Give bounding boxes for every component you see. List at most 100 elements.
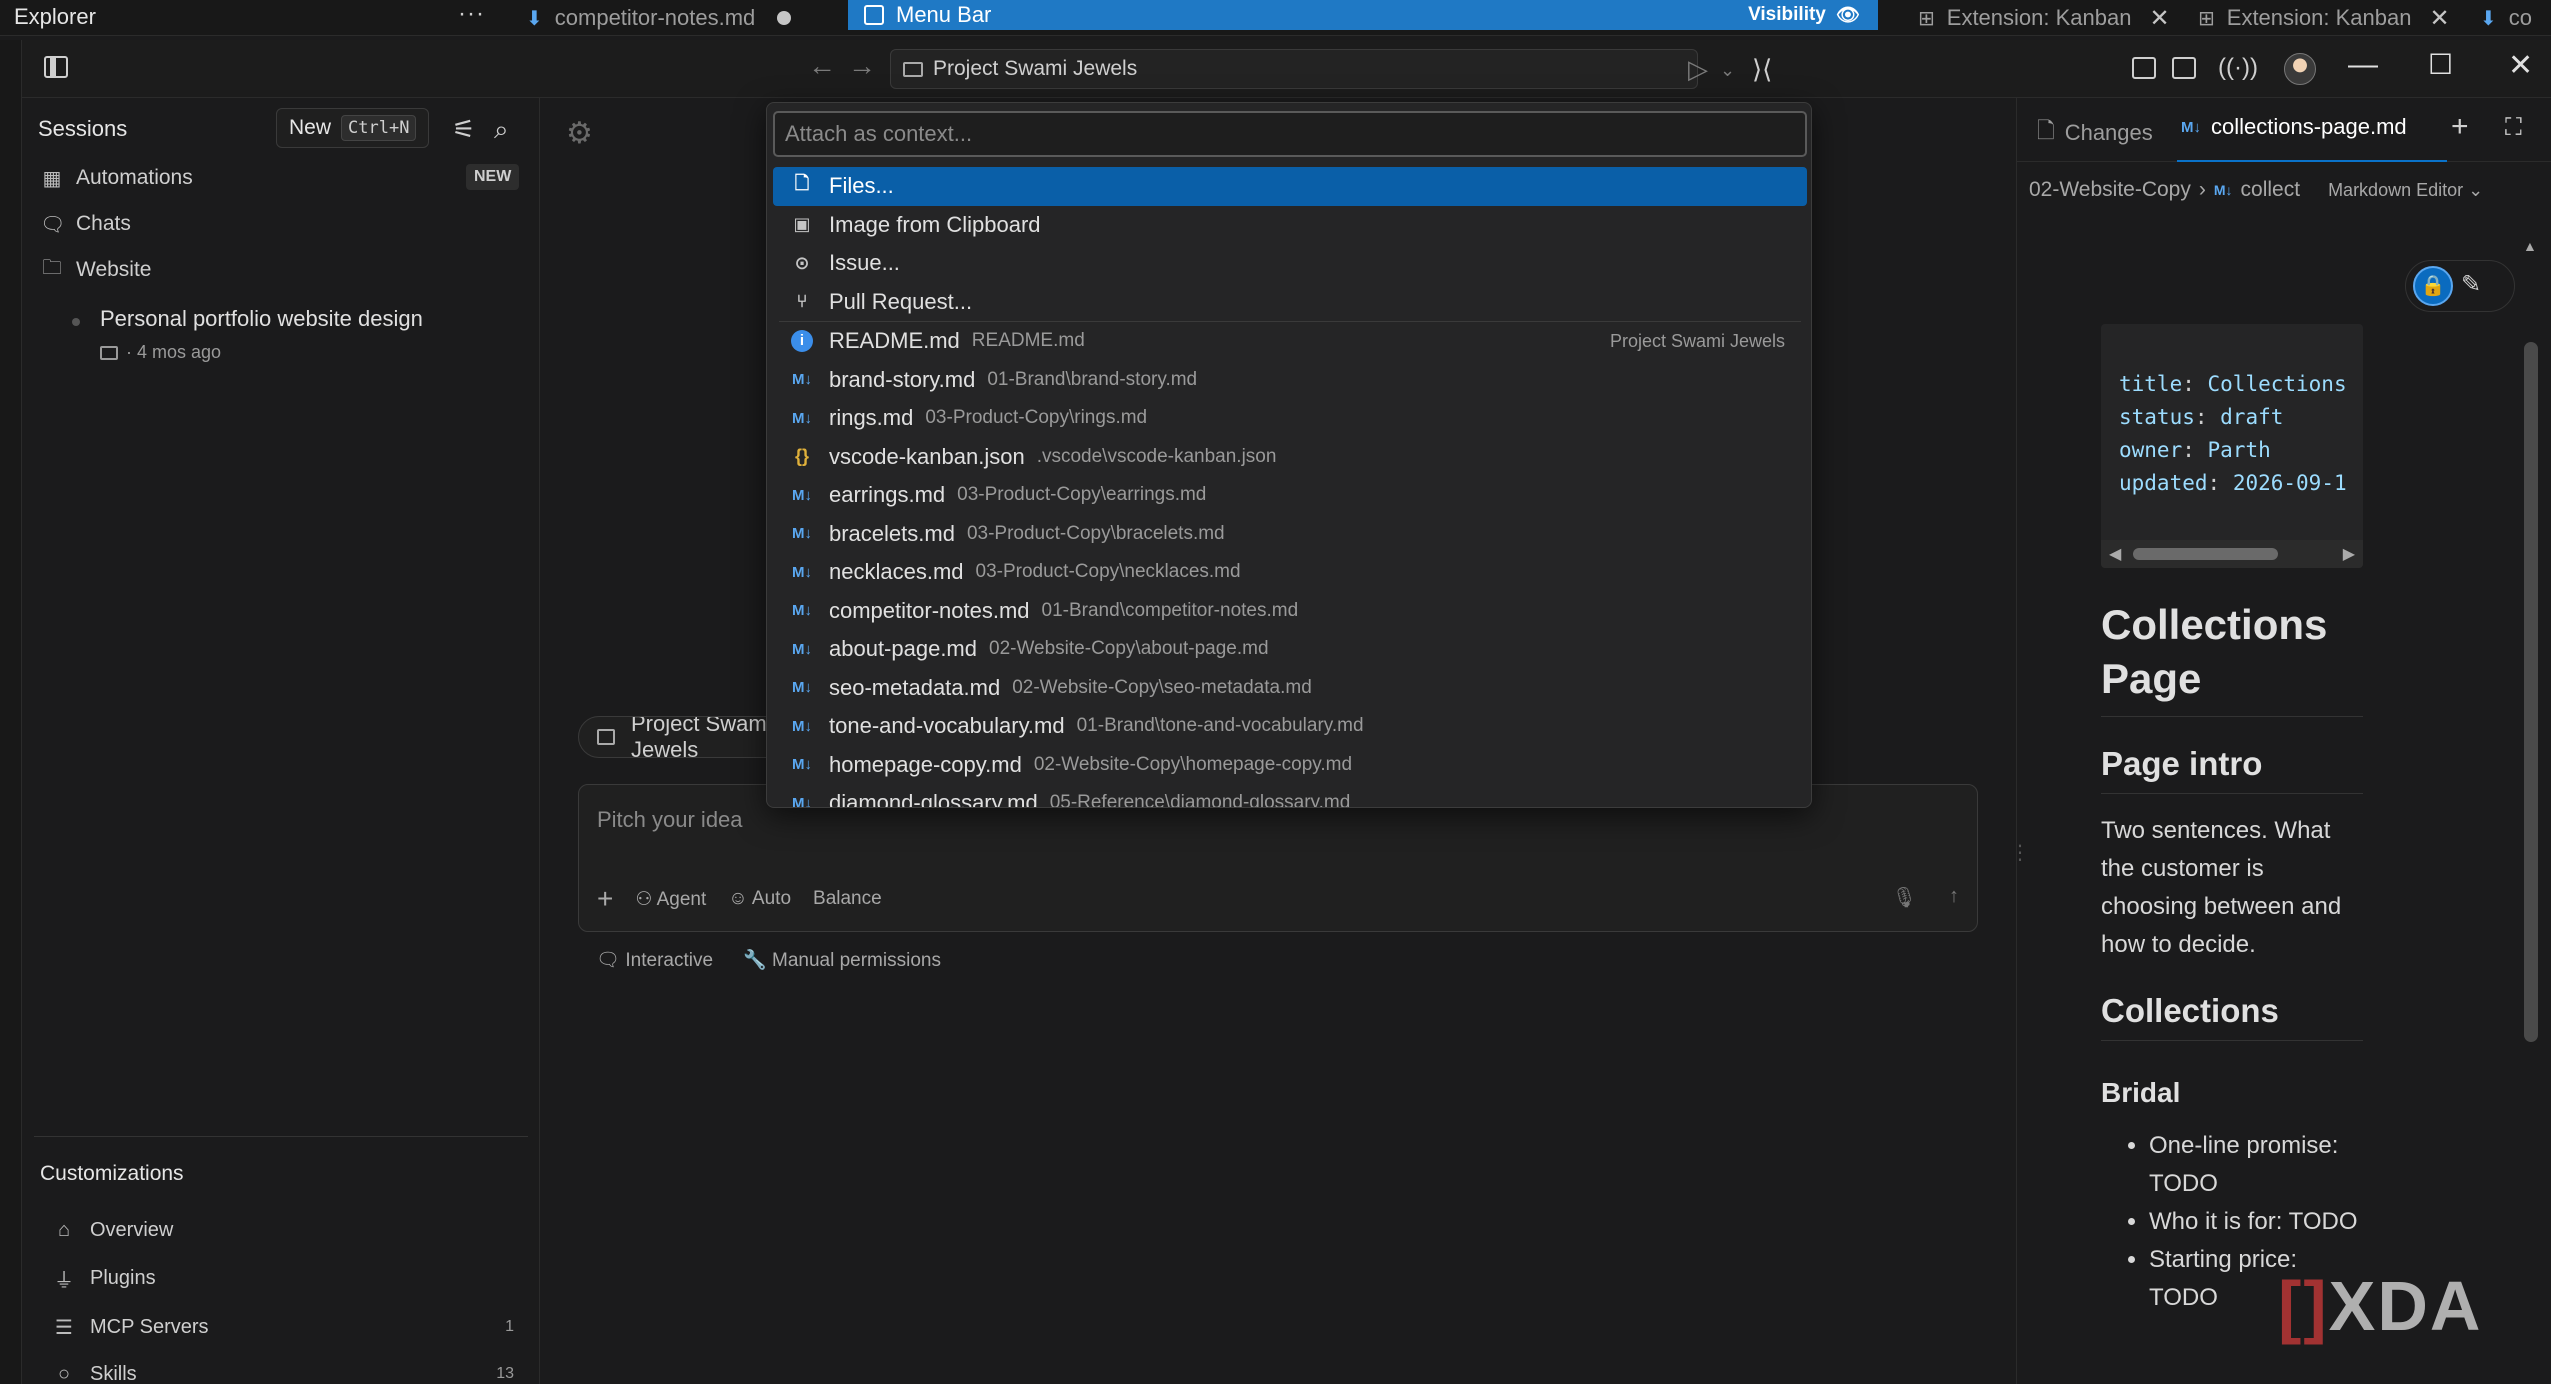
customization-mcp-servers[interactable]: ☰ MCP Servers 1: [52, 1311, 532, 1343]
quick-pick-file-item[interactable]: M↓ seo-metadata.md 02-Website-Copy\seo-met…: [773, 669, 1807, 708]
session-title[interactable]: Personal portfolio website design: [100, 306, 423, 332]
quick-pick-issue[interactable]: ⊙ Issue...: [773, 244, 1807, 283]
quick-pick-file-rows: i README.md README.md Project Swami Jewels M…: [773, 322, 1807, 808]
scroll-right-icon[interactable]: ▶: [2343, 544, 2355, 564]
quick-pick-file-item[interactable]: M↓ brand-story.md 01-Brand\brand-story.md: [773, 361, 1807, 400]
pencil-icon[interactable]: ✎: [2461, 270, 2481, 299]
balance-button[interactable]: Balance: [813, 888, 882, 910]
forward-arrow-icon[interactable]: →: [848, 50, 876, 82]
quick-pick-pull-request[interactable]: ⑂ Pull Request...: [773, 283, 1807, 322]
chevron-down-icon[interactable]: ⌄: [1720, 60, 1735, 81]
quick-pick-file-item[interactable]: M↓ diamond-glossary.md 05-Reference\diamon…: [773, 784, 1807, 808]
more-actions-icon[interactable]: ···: [458, 0, 485, 28]
visibility-toggle[interactable]: Visibility 👁: [1748, 3, 1860, 27]
fullscreen-icon[interactable]: ⛶: [2505, 114, 2522, 142]
add-context-icon[interactable]: +: [597, 883, 613, 915]
frontmatter-key: owner: [2119, 438, 2183, 462]
repo-picker[interactable]: Project Swami Jewels: [578, 716, 798, 758]
panel-layout-icon[interactable]: [2132, 57, 2156, 79]
editor-scrollbar[interactable]: ▲: [2519, 238, 2539, 1384]
permissions-toggle[interactable]: 🔧 Manual permissions: [743, 948, 941, 972]
tab-competitor-notes[interactable]: ⬇ competitor-notes.md: [526, 0, 792, 36]
quick-pick-file-item[interactable]: M↓ necklaces.md 03-Product-Copy\necklaces.…: [773, 553, 1807, 592]
scroll-left-icon[interactable]: ◀: [2109, 544, 2121, 564]
frontmatter-value: Collections: [2207, 372, 2347, 396]
lock-icon[interactable]: 🔒: [2413, 266, 2453, 306]
back-arrow-icon[interactable]: ←: [808, 50, 836, 82]
microphone-icon[interactable]: 🎙: [1892, 885, 1917, 910]
file-name: bracelets.md: [829, 520, 955, 546]
scroll-thumb[interactable]: [2524, 342, 2538, 1042]
tab-extension-kanban-1[interactable]: ⊞ Extension: Kanban ✕: [1918, 0, 2170, 36]
quick-pick-file-item[interactable]: M↓ tone-and-vocabulary.md 01-Brand\tone-an…: [773, 707, 1807, 746]
close-icon[interactable]: ✕: [2149, 4, 2169, 33]
list-item: One-line promise: TODO: [2149, 1127, 2363, 1203]
tab-label: Menu Bar: [896, 2, 992, 27]
scroll-up-icon[interactable]: ▲: [2523, 238, 2537, 254]
customization-plugins[interactable]: ⏚ Plugins: [52, 1262, 532, 1294]
sidebar-item-chats[interactable]: 🗨 Chats: [40, 208, 131, 240]
file-path: 03-Product-Copy\necklaces.md: [975, 561, 1241, 583]
quick-pick-file-item[interactable]: M↓ rings.md 03-Product-Copy\rings.md: [773, 399, 1807, 438]
tab-menu-bar[interactable]: Menu Bar Visibility 👁: [848, 0, 1878, 30]
quick-pick-file-item[interactable]: M↓ homepage-copy.md 02-Website-Copy\homepa…: [773, 746, 1807, 785]
chat-icon: 🗨: [40, 213, 66, 236]
minimize-icon[interactable]: —: [2348, 48, 2378, 82]
avatar[interactable]: [2284, 53, 2316, 85]
tab-label: Extension: Kanban: [2226, 5, 2412, 30]
customization-overview[interactable]: ⌂ Overview: [52, 1214, 532, 1246]
quick-pick-file-item[interactable]: M↓ bracelets.md 03-Product-Copy\bracelets.…: [773, 515, 1807, 554]
send-icon[interactable]: ↑: [1949, 885, 1959, 910]
customization-skills[interactable]: ○ Skills 13: [52, 1358, 532, 1384]
vscode-icon[interactable]: ⟩⟨: [1752, 54, 1772, 85]
attach-context-input[interactable]: [773, 111, 1807, 157]
command-center[interactable]: Project Swami Jewels: [890, 49, 1698, 89]
tab-truncated[interactable]: ⬇ co: [2480, 0, 2532, 36]
breadcrumb-folder[interactable]: 02-Website-Copy: [2029, 178, 2191, 202]
editor-mode-select[interactable]: Markdown Editor ⌄: [2328, 180, 2483, 201]
markdown-icon: M↓: [2213, 182, 2233, 198]
model-auto-button[interactable]: ☺ Auto: [728, 888, 791, 910]
extension-icon: ⊞: [1918, 7, 1935, 30]
sidebar-item-automations[interactable]: ▦ Automations: [40, 162, 193, 194]
maximize-icon[interactable]: ☐: [2428, 48, 2453, 81]
scroll-thumb[interactable]: [2133, 548, 2278, 560]
close-icon[interactable]: ✕: [2429, 4, 2449, 33]
frontmatter-key: updated: [2119, 471, 2208, 495]
xda-watermark-logo: []XDA: [2278, 1267, 2483, 1345]
tab-changes[interactable]: 🗋 Changes: [2037, 114, 2153, 152]
search-icon[interactable]: ⌕: [494, 114, 509, 146]
sidebar-layout-icon[interactable]: [2172, 57, 2196, 79]
run-icon[interactable]: ▷: [1688, 54, 1708, 85]
quick-pick-file-item[interactable]: i README.md README.md Project Swami Jewels: [773, 322, 1807, 361]
toggle-sidebar-icon[interactable]: [44, 56, 68, 78]
sidebar-item-label: Website: [76, 258, 152, 281]
sidebar-item-website[interactable]: 🗀 Website: [40, 254, 151, 286]
broadcast-icon[interactable]: ((·)): [2218, 54, 2258, 82]
interactive-toggle[interactable]: 🗨 Interactive: [596, 948, 713, 972]
add-tab-icon[interactable]: +: [2451, 110, 2469, 144]
resize-handle-icon[interactable]: ⋮: [2010, 840, 2030, 865]
sessions-sidebar: Sessions New Ctrl+N ⚟ ⌕ ▦ Automations NE…: [22, 98, 540, 1384]
breadcrumb-file[interactable]: collect: [2241, 178, 2301, 202]
new-session-button[interactable]: New Ctrl+N: [276, 108, 430, 148]
code-scrollbar[interactable]: ◀ ▶: [2101, 540, 2363, 568]
unsaved-dot-icon[interactable]: [777, 11, 792, 25]
file-path: 01-Brand\competitor-notes.md: [1041, 599, 1299, 621]
interactive-label: Interactive: [625, 950, 714, 971]
quick-pick-file-item[interactable]: M↓ earrings.md 03-Product-Copy\earrings.md: [773, 476, 1807, 515]
agent-mode-button[interactable]: ⚇ Agent: [635, 888, 706, 911]
quick-pick-file-item[interactable]: M↓ about-page.md 02-Website-Copy\about-pag…: [773, 630, 1807, 669]
quick-pick-file-item[interactable]: {} vscode-kanban.json .vscode\vscode-kanba…: [773, 438, 1807, 477]
quick-pick-files[interactable]: 🗋 Files...: [773, 167, 1807, 206]
tab-collections-page[interactable]: M↓ collections-page.md: [2181, 114, 2407, 140]
tab-extension-kanban-2[interactable]: ⊞ Extension: Kanban ✕: [2198, 0, 2450, 36]
quick-pick-list: 🗋 Files... ▣ Image from Clipboard ⊙ Issu…: [773, 167, 1807, 808]
file-path: 02-Website-Copy\about-page.md: [989, 638, 1269, 660]
filter-icon[interactable]: ⚟: [452, 114, 475, 145]
markdown-icon: M↓: [792, 794, 812, 808]
quick-pick-file-item[interactable]: M↓ competitor-notes.md 01-Brand\competitor…: [773, 592, 1807, 631]
quick-pick-image-clipboard[interactable]: ▣ Image from Clipboard: [773, 206, 1807, 245]
close-window-icon[interactable]: ✕: [2508, 48, 2533, 83]
file-path: 02-Website-Copy\homepage-copy.md: [1033, 753, 1353, 775]
